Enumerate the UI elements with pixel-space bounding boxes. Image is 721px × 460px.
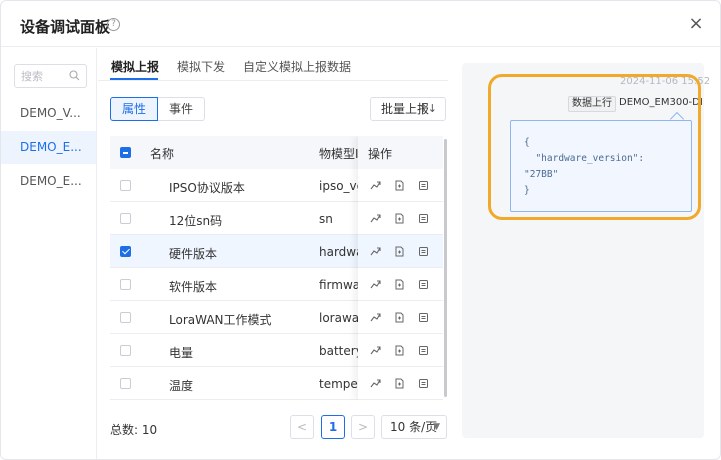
device-item-active[interactable]: DEMO_E... [1,131,96,164]
indeterminate-mark [123,152,128,154]
report-icon[interactable] [418,312,429,323]
next-page-button[interactable]: > [351,415,375,439]
report-icon[interactable] [418,246,429,257]
search-input[interactable] [21,68,69,84]
report-icon[interactable] [418,180,429,191]
document-icon[interactable] [394,180,405,191]
prev-page-button[interactable]: < [290,415,314,439]
select-all-checkbox[interactable] [120,147,131,158]
row-checkbox[interactable] [120,345,131,356]
row-model-id: ipso_version [319,179,360,193]
trend-icon[interactable] [370,180,381,191]
document-icon[interactable] [394,279,405,290]
toggle-events[interactable]: 事件 [158,97,206,121]
property-table: 名称 物模型ID IPSO协议版本 ipso_version 12位sn码 sn… [110,136,443,400]
report-icon[interactable] [418,213,429,224]
tab-simulate-report[interactable]: 模拟上报 [111,58,159,75]
document-icon[interactable] [394,246,405,257]
dialog-title: 设备调试面板 [20,18,111,36]
pagination-total: 总数: 10 [110,421,157,438]
document-icon[interactable] [394,312,405,323]
ops-column: 操作 [358,136,443,400]
page-1-button[interactable]: 1 [321,415,345,439]
sort-arrows-icon: ↑↓ [418,102,437,115]
row-model-id: temperature [319,377,360,391]
trend-icon[interactable] [370,246,381,257]
ops-row [358,334,443,367]
row-checkbox[interactable] [120,312,131,323]
page-size-select[interactable]: 10 条/页 ▼ [381,415,447,439]
trend-icon[interactable] [370,279,381,290]
row-checkbox-checked[interactable] [120,246,131,257]
report-icon[interactable] [418,345,429,356]
page-size-value: 10 条/页 [390,420,438,434]
row-model-id: hardware_version [319,245,360,259]
debug-dialog: 设备调试面板 ? × DEMO_V... DEMO_E... DEMO_E...… [0,0,721,460]
row-model-id: lorawan_class [319,311,360,325]
help-icon[interactable]: ? [107,18,120,31]
header-name: 名称 [150,147,175,161]
ops-row [358,367,443,400]
ops-row [358,202,443,235]
report-icon[interactable] [418,378,429,389]
row-model-id: sn [319,212,333,226]
tab-custom-report[interactable]: 自定义模拟上报数据 [243,58,351,75]
tab-simulate-downlink[interactable]: 模拟下发 [177,58,225,75]
search-icon [69,70,80,81]
tab-indicator [110,78,158,80]
device-search[interactable] [14,64,87,88]
ops-header: 操作 [358,136,443,169]
toggle-properties[interactable]: 属性 [110,97,159,121]
batch-report-button[interactable]: 批量上报 ↑↓ [370,97,446,121]
close-icon[interactable]: × [687,15,705,33]
row-name: 硬件版本 [169,247,218,261]
row-name: 温度 [169,379,194,393]
row-checkbox[interactable] [120,213,131,224]
row-name: 12位sn码 [169,214,223,228]
header-model-id: 物模型ID [319,147,360,161]
row-name: IPSO协议版本 [169,181,245,195]
row-checkbox[interactable] [120,378,131,389]
ops-row [358,268,443,301]
document-icon[interactable] [394,345,405,356]
total-count: 10 [141,423,158,437]
trend-icon[interactable] [370,213,381,224]
row-model-id: firmware_version [319,278,360,292]
document-icon[interactable] [394,378,405,389]
row-name: 软件版本 [169,280,218,294]
device-sidebar: DEMO_V... DEMO_E... DEMO_E... [1,48,97,459]
highlight-annotation [488,74,701,220]
ops-row [358,301,443,334]
trend-icon[interactable] [370,312,381,323]
row-checkbox[interactable] [120,180,131,191]
document-icon[interactable] [394,213,405,224]
table-scrollbar[interactable] [444,139,447,397]
report-icon[interactable] [418,279,429,290]
ops-row [358,169,443,202]
header-ops: 操作 [368,147,393,161]
chevron-down-icon: ▼ [433,422,440,432]
total-label: 总数: [110,423,139,437]
row-name: 电量 [169,346,194,360]
row-model-id: battery [319,344,360,358]
device-item[interactable]: DEMO_V... [1,97,96,130]
trend-icon[interactable] [370,378,381,389]
type-toggle: 属性 事件 [110,97,206,121]
dialog-header: 设备调试面板 ? × [1,1,720,47]
row-checkbox[interactable] [120,279,131,290]
row-name: LoraWAN工作模式 [169,313,272,327]
trend-icon[interactable] [370,345,381,356]
ops-row [358,235,443,268]
tab-bar: 模拟上报 模拟下发 自定义模拟上报数据 [98,48,448,81]
device-item[interactable]: DEMO_E... [1,165,96,198]
